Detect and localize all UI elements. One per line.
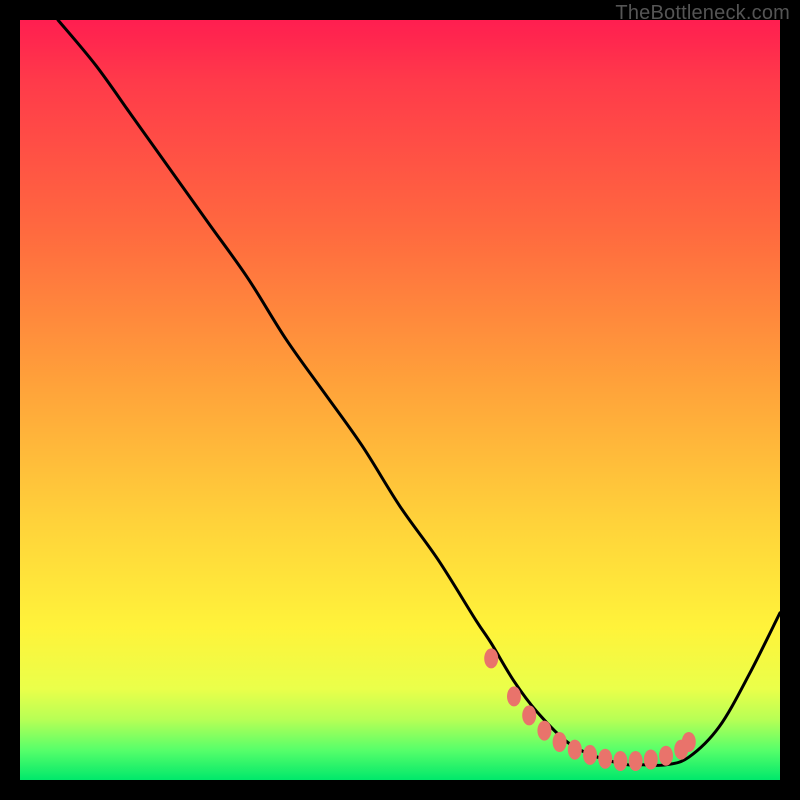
optimal-range-dots [484,648,696,771]
marker-dot [568,740,582,760]
marker-dot [644,750,658,770]
marker-dot [484,648,498,668]
marker-dot [583,745,597,765]
plot-area [20,20,780,780]
marker-dot [629,751,643,771]
marker-dot [682,732,696,752]
marker-dot [613,751,627,771]
chart-frame: TheBottleneck.com [0,0,800,800]
marker-dot [598,749,612,769]
marker-dot [522,705,536,725]
marker-dot [537,721,551,741]
marker-dot [659,746,673,766]
curve-layer [20,20,780,780]
marker-dot [553,732,567,752]
marker-dot [507,686,521,706]
bottleneck-curve [58,20,780,765]
